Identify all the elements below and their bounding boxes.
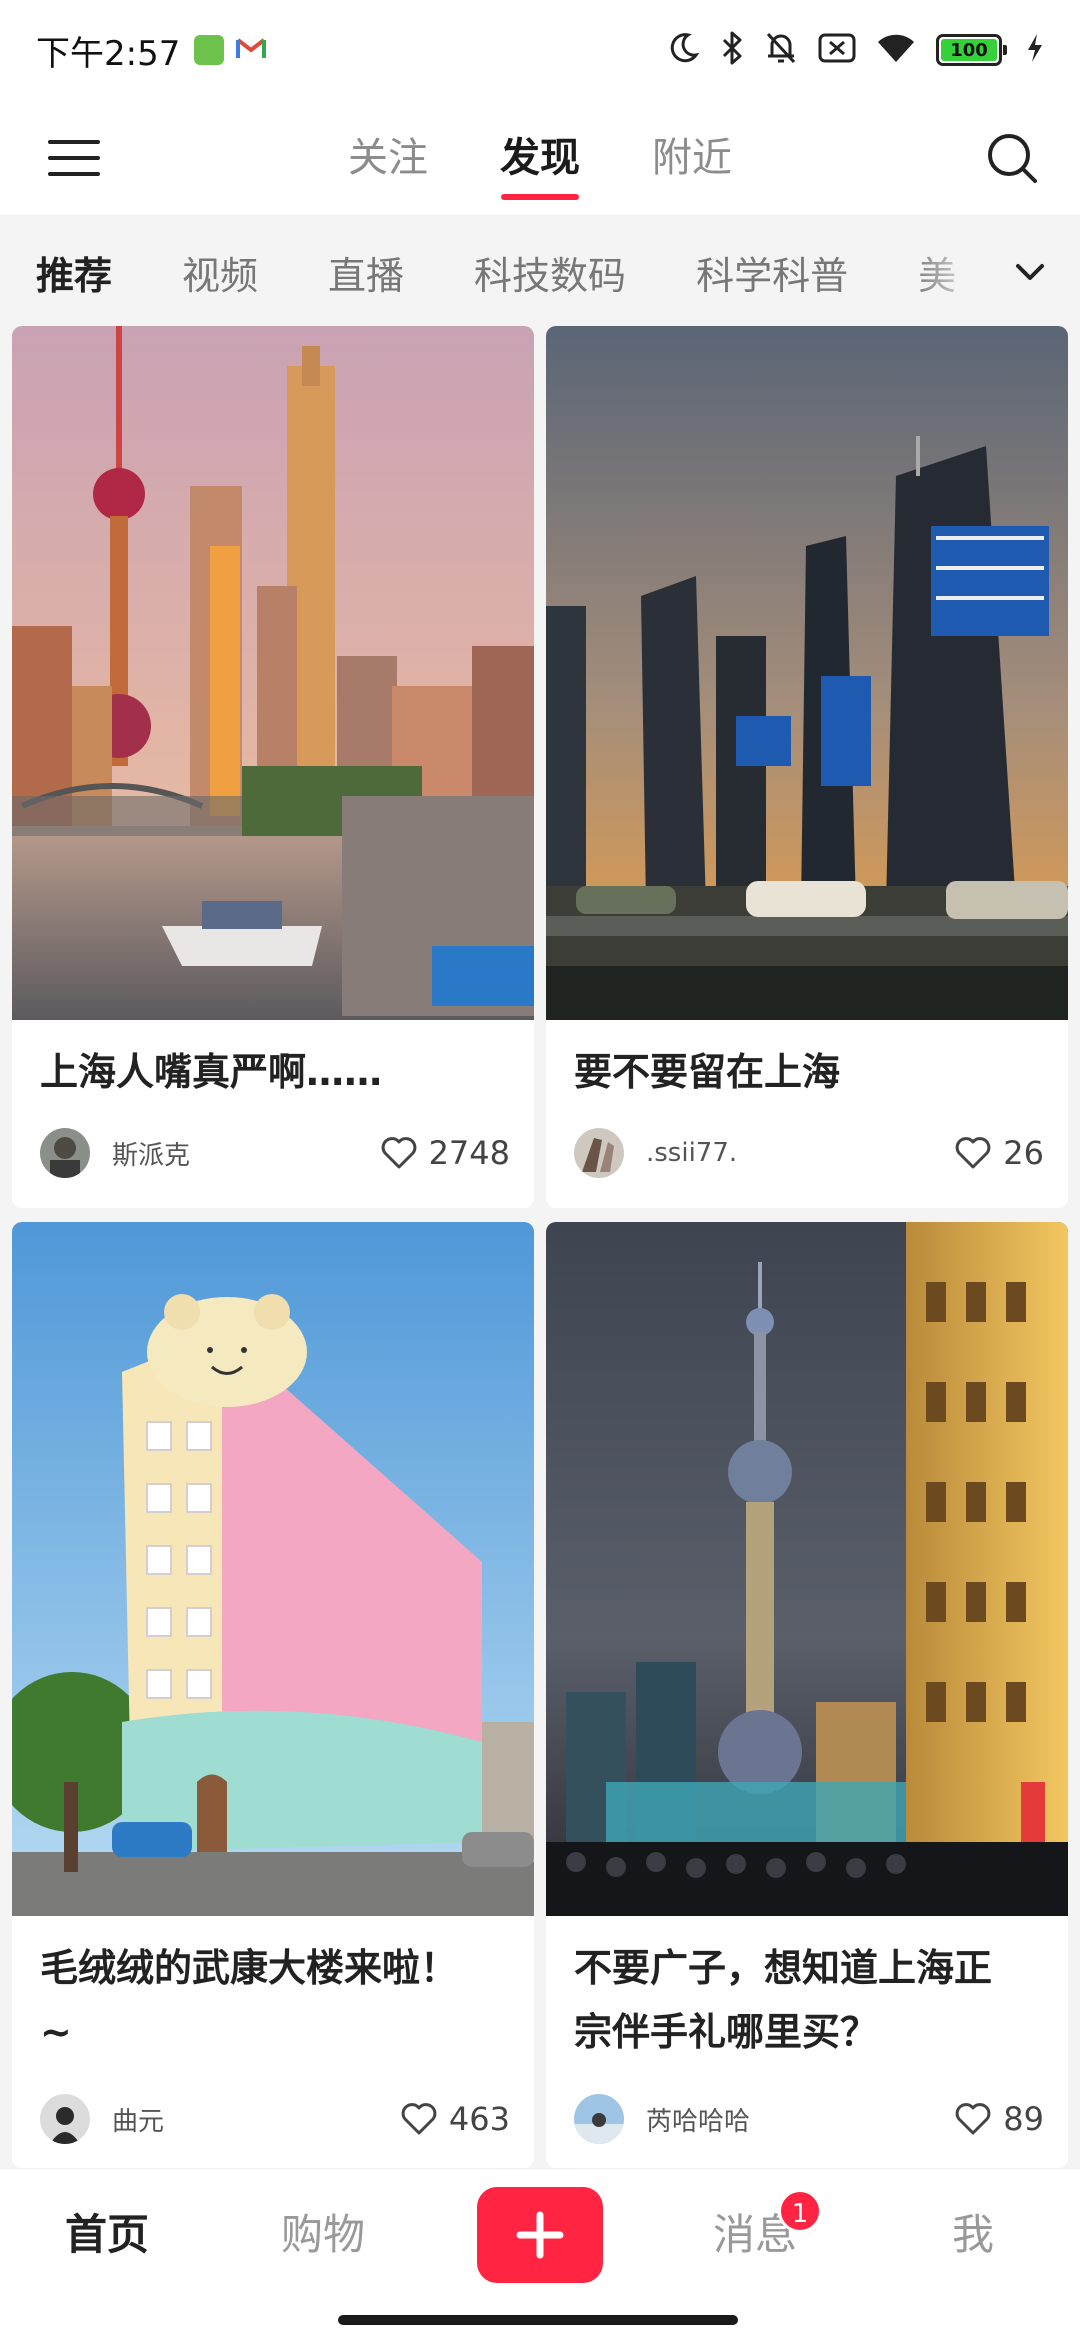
bluetooth-icon	[720, 30, 744, 70]
card-title: 不要广子，想知道上海正	[574, 1946, 993, 1990]
author-name[interactable]: 斯派克	[112, 1135, 190, 1172]
battery-icon: 100	[936, 34, 1007, 66]
like-button[interactable]: 26	[953, 1133, 1044, 1173]
author-name[interactable]: 芮哈哈哈	[646, 2101, 750, 2138]
mute-bell-icon	[764, 30, 798, 70]
tab-discover[interactable]: 发现	[500, 100, 580, 216]
feed-card[interactable]: 不要广子，想知道上海正 宗伴手礼哪里买？ 芮哈哈哈 89	[546, 1222, 1068, 2168]
moon-icon	[666, 31, 700, 69]
battery-level: 100	[950, 39, 988, 61]
like-count: 89	[1003, 2100, 1044, 2138]
like-count: 463	[448, 2100, 510, 2138]
plus-icon	[516, 2211, 564, 2259]
avatar[interactable]	[574, 2094, 624, 2144]
like-count: 26	[1003, 1134, 1044, 1172]
card-title-line2: ~	[40, 2010, 72, 2054]
android-app-icon	[194, 35, 225, 65]
tab-shopping[interactable]: 购物	[238, 2169, 408, 2301]
like-button[interactable]: 463	[399, 2099, 510, 2139]
sim-off-icon	[818, 32, 856, 68]
like-count: 2748	[428, 1134, 510, 1172]
publish-button[interactable]	[477, 2187, 603, 2283]
category-recommend[interactable]: 推荐	[36, 245, 112, 300]
heart-icon	[381, 1137, 416, 1169]
bottom-tab-bar: 首页 购物 消息 1 我	[0, 2168, 1080, 2340]
card-meta: 芮哈哈哈 89	[574, 2092, 1044, 2146]
author-name[interactable]: 曲元	[112, 2101, 164, 2138]
category-fade	[910, 216, 1080, 328]
category-science[interactable]: 科学科普	[696, 245, 848, 300]
card-title: 上海人嘴真严啊……	[40, 1050, 383, 1094]
status-bar: 下午2:57 100	[0, 0, 1080, 100]
nav-tabs: 关注 发现 附近	[0, 100, 1080, 216]
chevron-down-icon[interactable]	[1010, 252, 1050, 292]
tab-nearby[interactable]: 附近	[652, 100, 732, 216]
messages-badge: 1	[778, 2189, 822, 2233]
card-image	[12, 326, 534, 1020]
feed-card[interactable]: 上海人嘴真严啊…… 斯派克 2748	[12, 326, 534, 1208]
category-video[interactable]: 视频	[182, 245, 258, 300]
card-title: 要不要留在上海	[574, 1050, 841, 1094]
tab-me[interactable]: 我	[888, 2169, 1058, 2301]
like-button[interactable]: 2748	[379, 1133, 510, 1173]
feed: 上海人嘴真严啊…… 斯派克 2748 要不要留在上海 .ssii77. 26 毛…	[12, 326, 1068, 2176]
search-icon[interactable]	[984, 130, 1040, 186]
card-meta: 曲元 463	[40, 2092, 510, 2146]
category-live[interactable]: 直播	[328, 245, 404, 300]
home-indicator	[338, 2315, 738, 2325]
avatar[interactable]	[574, 1128, 624, 1178]
card-meta: .ssii77. 26	[574, 1126, 1044, 1180]
avatar[interactable]	[40, 1128, 90, 1178]
card-title: 毛绒绒的武康大楼来啦！	[40, 1946, 459, 1990]
heart-icon	[955, 2103, 991, 2135]
top-nav: 关注 发现 附近	[0, 100, 1080, 216]
author-name[interactable]: .ssii77.	[646, 1138, 737, 1168]
tab-home[interactable]: 首页	[22, 2169, 192, 2301]
tab-follow[interactable]: 关注	[348, 100, 428, 216]
gmail-icon	[236, 36, 267, 64]
feed-card[interactable]: 要不要留在上海 .ssii77. 26	[546, 326, 1068, 1208]
heart-icon	[401, 2103, 437, 2135]
category-bar: 推荐 视频 直播 科技数码 科学科普 美	[0, 216, 1080, 328]
charging-icon	[1026, 33, 1044, 67]
card-image	[12, 1222, 534, 1916]
heart-icon	[955, 1137, 991, 1169]
screen: 下午2:57 100 关注 发现 附近 推荐 视频 直播 科技数码 科学科普 上…	[0, 0, 1080, 2340]
card-image	[546, 326, 1068, 1020]
status-icons: 100	[666, 30, 1044, 70]
status-time: 下午2:57	[36, 33, 181, 74]
feed-card[interactable]: 毛绒绒的武康大楼来啦！ ~ 曲元 463	[12, 1222, 534, 2168]
card-image	[546, 1222, 1068, 1916]
tab-messages[interactable]: 消息	[670, 2169, 840, 2301]
avatar[interactable]	[40, 2094, 90, 2144]
card-title-line2: 宗伴手礼哪里买？	[574, 2010, 879, 2054]
wifi-icon	[876, 32, 916, 68]
card-meta: 斯派克 2748	[40, 1126, 510, 1180]
category-tech-digital[interactable]: 科技数码	[474, 245, 626, 300]
like-button[interactable]: 89	[953, 2099, 1044, 2139]
